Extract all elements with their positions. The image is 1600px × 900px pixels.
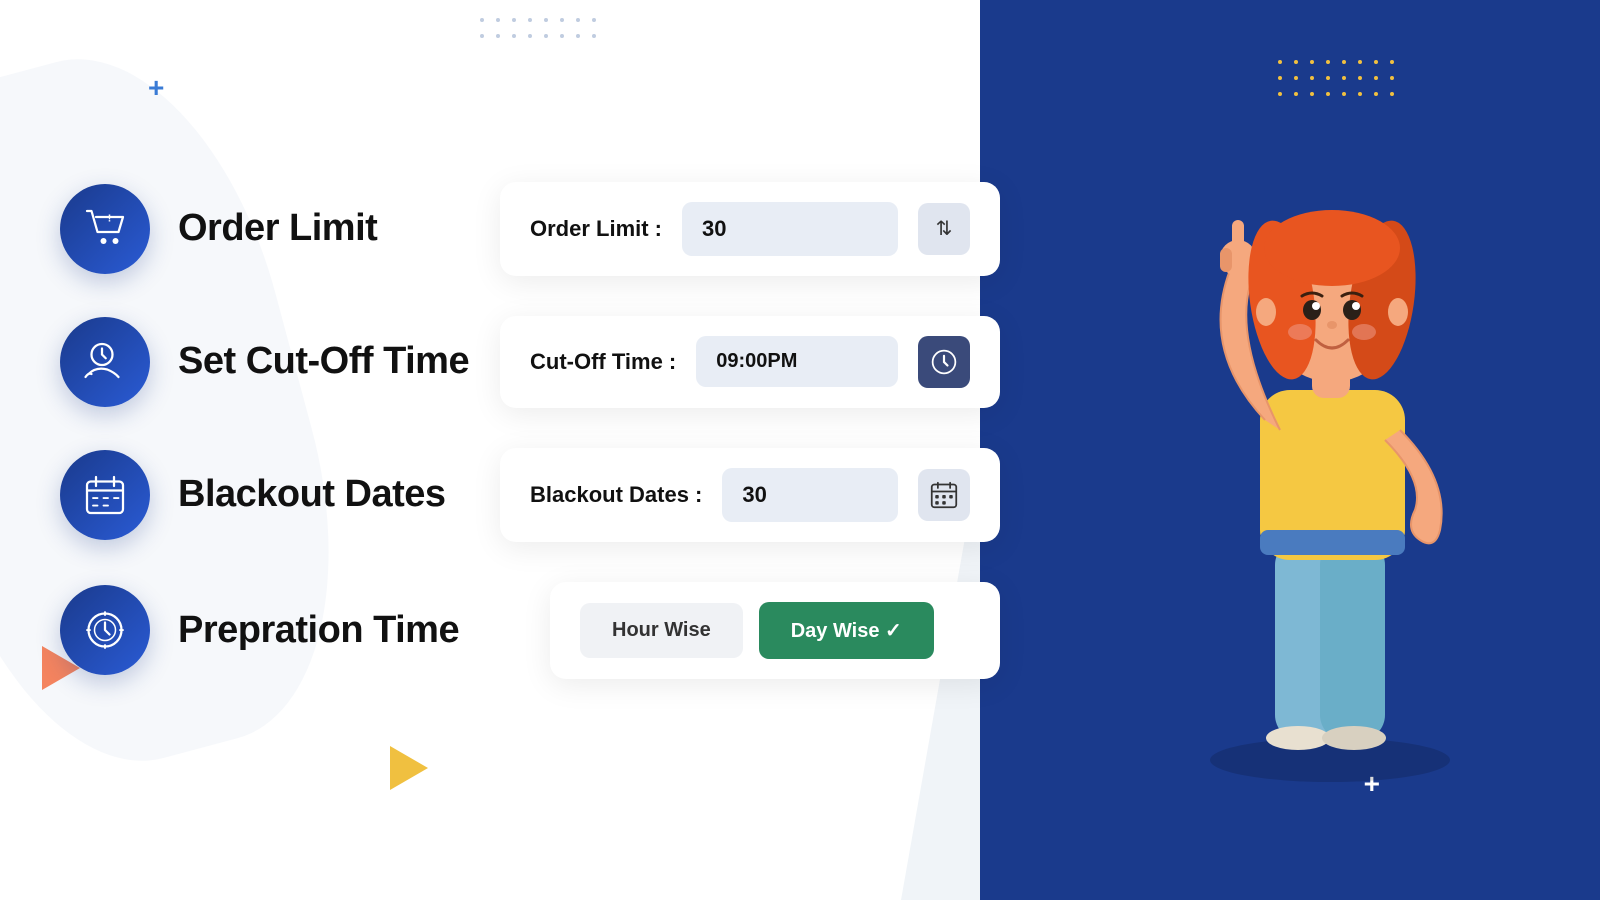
character-svg (1120, 100, 1540, 800)
order-limit-label: Order Limit : (530, 216, 662, 242)
cutoff-title: Set Cut-Off Time (178, 340, 469, 383)
calendar-grid-icon (930, 481, 958, 509)
feature-left-order-limit: ! Order Limit (60, 184, 490, 274)
blackout-title: Blackout Dates (178, 473, 446, 516)
blackout-icon-circle (60, 450, 150, 540)
cutoff-label: Cut-Off Time : (530, 349, 676, 375)
blackout-panel: Blackout Dates : (500, 448, 1000, 542)
feature-left-prep: Prepration Time (60, 585, 540, 675)
clock-hand-icon (81, 338, 129, 386)
blackout-calendar-icon[interactable] (918, 469, 970, 521)
feature-left-blackout: Blackout Dates (60, 450, 490, 540)
cutoff-input[interactable] (696, 336, 898, 387)
prep-panel: Hour Wise Day Wise ✓ (550, 582, 1000, 679)
svg-text:!: ! (108, 212, 112, 224)
blackout-input[interactable] (722, 468, 898, 522)
feature-row-blackout: Blackout Dates Blackout Dates : (60, 448, 1000, 542)
character-illustration (980, 0, 1600, 900)
main-content: ! Order Limit Order Limit : ⇅ S (0, 0, 1060, 900)
feature-row-cutoff: Set Cut-Off Time Cut-Off Time : (60, 316, 1000, 408)
feature-left-cutoff: Set Cut-Off Time (60, 317, 490, 407)
feature-row-prep: Prepration Time Hour Wise Day Wise ✓ (60, 582, 1000, 679)
prep-icon-circle (60, 585, 150, 675)
hour-wise-button[interactable]: Hour Wise (580, 603, 743, 658)
prep-title: Prepration Time (178, 609, 459, 652)
cutoff-panel: Cut-Off Time : (500, 316, 1000, 408)
clock-icon (930, 348, 958, 376)
calendar-icon (81, 471, 129, 519)
cutoff-clock-icon[interactable] (918, 336, 970, 388)
day-wise-button[interactable]: Day Wise ✓ (759, 602, 934, 659)
order-limit-icon-circle: ! (60, 184, 150, 274)
cutoff-icon-circle (60, 317, 150, 407)
blackout-label: Blackout Dates : (530, 482, 702, 508)
clock-circle-icon (81, 606, 129, 654)
order-limit-input[interactable] (682, 202, 898, 256)
order-limit-title: Order Limit (178, 207, 377, 250)
cart-icon: ! (81, 205, 129, 253)
feature-row-order-limit: ! Order Limit Order Limit : ⇅ (60, 182, 1000, 276)
order-limit-panel: Order Limit : ⇅ (500, 182, 1000, 276)
order-limit-spinner[interactable]: ⇅ (918, 203, 970, 255)
